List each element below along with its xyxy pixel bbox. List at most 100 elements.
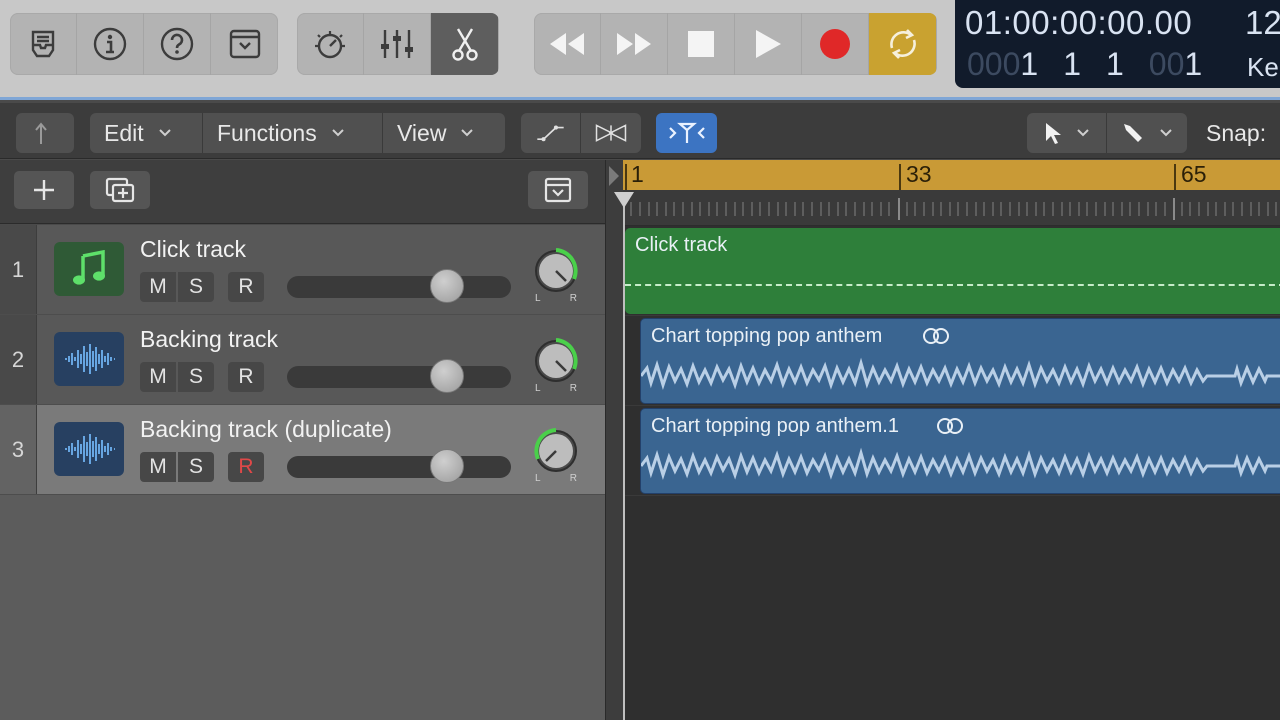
stop-button[interactable] bbox=[668, 13, 735, 75]
track-row-selected[interactable]: 3 Backing track (duplicate) M S R LR bbox=[0, 405, 605, 495]
left-click-tool-menu[interactable] bbox=[1027, 113, 1107, 153]
fast-forward-icon bbox=[617, 33, 651, 55]
rewind-icon bbox=[550, 33, 584, 55]
back-button[interactable] bbox=[16, 113, 74, 153]
fast-forward-button[interactable] bbox=[601, 13, 668, 75]
lcd-tick-leading-zeros: 00 bbox=[1148, 46, 1185, 82]
quick-help-button[interactable] bbox=[144, 13, 211, 75]
track-icon[interactable] bbox=[54, 332, 124, 386]
pan-knob[interactable] bbox=[530, 245, 582, 297]
music-note-icon bbox=[73, 250, 105, 285]
catch-playhead-icon bbox=[668, 122, 705, 143]
editors-button[interactable] bbox=[431, 13, 498, 75]
record-icon bbox=[820, 29, 850, 59]
lcd-display[interactable]: 01:00:00:00.00 0001 1 1 001 12 Ke bbox=[955, 0, 1280, 88]
new-track-button[interactable] bbox=[14, 171, 74, 209]
solo-button[interactable]: S bbox=[178, 362, 214, 392]
pan-knob[interactable] bbox=[530, 335, 582, 387]
volume-fader-handle[interactable] bbox=[430, 359, 464, 393]
back-arrow-icon bbox=[35, 122, 47, 144]
track-lane[interactable]: Click track bbox=[623, 226, 1280, 316]
ruler-collapse-triangle-icon bbox=[609, 166, 619, 186]
solo-button[interactable]: S bbox=[178, 452, 214, 482]
duplicate-track-icon bbox=[105, 177, 135, 203]
region-name: Click track bbox=[635, 234, 728, 256]
tool-menus bbox=[1027, 113, 1187, 153]
automation-curve-icon bbox=[537, 125, 564, 142]
volume-fader[interactable] bbox=[287, 366, 511, 388]
track-icon[interactable] bbox=[54, 242, 124, 296]
track-lane[interactable]: Chart topping pop anthem bbox=[623, 316, 1280, 406]
pencil-tool-icon bbox=[1124, 124, 1142, 142]
mute-button[interactable]: M bbox=[140, 452, 176, 482]
new-track-with-settings-button[interactable] bbox=[90, 171, 150, 209]
waveform-icon bbox=[65, 344, 115, 374]
automation-button[interactable] bbox=[521, 113, 581, 153]
rewind-button[interactable] bbox=[534, 13, 601, 75]
ruler-tick bbox=[1174, 164, 1176, 190]
playhead-line[interactable] bbox=[623, 200, 625, 720]
audio-region[interactable]: Chart topping pop anthem bbox=[640, 318, 1280, 404]
volume-fader[interactable] bbox=[287, 276, 511, 298]
pan-knob[interactable] bbox=[530, 425, 582, 477]
plus-icon bbox=[34, 180, 54, 200]
transport-group bbox=[534, 13, 937, 75]
catch-playhead-button[interactable] bbox=[656, 113, 717, 153]
bar-ruler[interactable]: 1 33 65 bbox=[623, 160, 1280, 190]
functions-menu[interactable]: Functions bbox=[203, 113, 383, 153]
track-name[interactable]: Click track bbox=[140, 236, 246, 263]
pan-right-label: R bbox=[569, 293, 577, 304]
edit-menu-label: Edit bbox=[104, 119, 144, 146]
pan-left-label: L bbox=[535, 293, 541, 304]
record-enable-button[interactable]: R bbox=[228, 272, 264, 302]
track-icon[interactable] bbox=[54, 422, 124, 476]
volume-fader[interactable] bbox=[287, 456, 511, 478]
right-click-tool-menu[interactable] bbox=[1107, 113, 1187, 153]
track-name[interactable]: Backing track bbox=[140, 326, 278, 353]
lcd-beat: 1 bbox=[1063, 46, 1081, 82]
toolbar-tray-icon bbox=[229, 29, 260, 59]
audio-region[interactable]: Chart topping pop anthem.1 bbox=[640, 408, 1280, 494]
tracks-area[interactable]: Click track Chart topping pop anthem Cha… bbox=[623, 226, 1280, 720]
loop-link-icon bbox=[923, 328, 949, 344]
cycle-icon bbox=[889, 29, 916, 59]
playhead-handle[interactable] bbox=[614, 192, 634, 208]
mute-button[interactable]: M bbox=[140, 272, 176, 302]
lcd-key-readout: Ke bbox=[1247, 52, 1279, 82]
track-row[interactable]: 2 Backing track M S R LR bbox=[0, 315, 605, 405]
record-button[interactable] bbox=[802, 13, 869, 75]
track-arrange-divider[interactable] bbox=[605, 160, 623, 720]
record-enable-button[interactable]: R bbox=[228, 362, 264, 392]
mixer-button[interactable] bbox=[364, 13, 431, 75]
chevron-down-icon bbox=[1160, 129, 1172, 137]
volume-fader-handle[interactable] bbox=[430, 449, 464, 483]
cycle-button[interactable] bbox=[869, 13, 936, 75]
track-list: 1 Click track M S R LR 2 Backing track M… bbox=[0, 225, 605, 720]
mute-button[interactable]: M bbox=[140, 362, 176, 392]
track-row[interactable]: 1 Click track M S R LR bbox=[0, 225, 605, 315]
flex-button[interactable] bbox=[581, 113, 641, 153]
library-icon bbox=[31, 30, 55, 58]
inspector-button[interactable] bbox=[77, 13, 144, 75]
volume-fader-handle[interactable] bbox=[430, 269, 464, 303]
play-button[interactable] bbox=[735, 13, 802, 75]
chevron-down-icon bbox=[332, 129, 344, 137]
click-pattern-line bbox=[625, 284, 1280, 287]
global-tracks-button[interactable] bbox=[528, 171, 588, 209]
pan-lr-labels: LR bbox=[535, 473, 577, 484]
audio-waveform bbox=[641, 447, 1280, 480]
solo-button[interactable]: S bbox=[178, 272, 214, 302]
pan-lr-labels: LR bbox=[535, 383, 577, 394]
toolbar-toggle-button[interactable] bbox=[211, 13, 278, 75]
midi-region-click-track[interactable]: Click track bbox=[625, 228, 1280, 314]
track-lane[interactable]: Chart topping pop anthem.1 bbox=[623, 406, 1280, 496]
lcd-bar-leading-zeros: 000 bbox=[967, 46, 1021, 82]
record-enable-button[interactable]: R bbox=[228, 452, 264, 482]
edit-menu[interactable]: Edit bbox=[90, 113, 203, 153]
lcd-tempo-readout: 12 bbox=[1245, 4, 1280, 41]
smart-controls-button[interactable] bbox=[297, 13, 364, 75]
track-name[interactable]: Backing track (duplicate) bbox=[140, 416, 392, 443]
view-menu[interactable]: View bbox=[383, 113, 503, 153]
marker-ruler[interactable] bbox=[623, 190, 1280, 226]
library-button[interactable] bbox=[10, 13, 77, 75]
